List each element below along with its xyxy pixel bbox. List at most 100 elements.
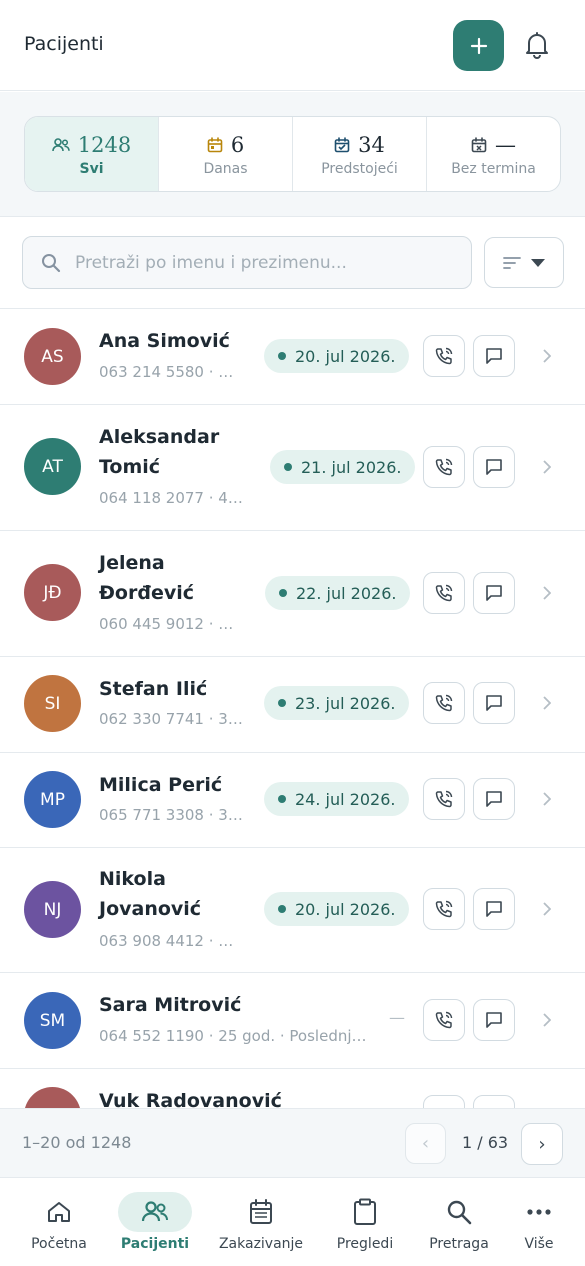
phone-icon bbox=[435, 900, 453, 918]
more-icon bbox=[527, 1209, 551, 1215]
stat-all-label: Svi bbox=[79, 161, 104, 177]
message-icon bbox=[486, 901, 502, 917]
nav-search[interactable]: Pretraga bbox=[422, 1178, 496, 1266]
notifications-button[interactable] bbox=[520, 28, 554, 62]
nav-search-label: Pretraga bbox=[429, 1236, 489, 1252]
message-icon bbox=[486, 1012, 502, 1028]
next-page-button[interactable]: › bbox=[521, 1123, 563, 1165]
avatar: JĐ bbox=[24, 564, 81, 621]
avatar: NJ bbox=[24, 881, 81, 938]
phone-icon bbox=[435, 458, 453, 476]
call-button[interactable] bbox=[423, 335, 465, 377]
message-button[interactable] bbox=[473, 778, 515, 820]
chevron-right-icon[interactable] bbox=[540, 457, 554, 477]
search-input[interactable]: Pretraži po imenu i prezimenu... bbox=[22, 236, 472, 289]
message-button[interactable] bbox=[473, 888, 515, 930]
appointment-date: 22. jul 2026. bbox=[296, 583, 397, 603]
chevron-right-icon[interactable] bbox=[540, 346, 554, 366]
stat-no-appointment-value: — bbox=[495, 133, 516, 157]
appointment-badge: 20. jul 2026. bbox=[264, 892, 410, 926]
stats-segments: 1248 Svi 6 Danas 34 Predstojeći — Bez te… bbox=[24, 116, 561, 192]
message-button[interactable] bbox=[473, 446, 515, 488]
appointment-date: 23. jul 2026. bbox=[295, 693, 396, 713]
nav-home[interactable]: Početna bbox=[22, 1178, 96, 1266]
call-button[interactable] bbox=[423, 778, 465, 820]
appointment-date: 20. jul 2026. bbox=[295, 899, 396, 919]
list-item[interactable]: AS Ana Simović 063 214 5580 · 3... 20. j… bbox=[0, 309, 585, 405]
message-button[interactable] bbox=[473, 682, 515, 724]
stat-no-appointment[interactable]: — Bez termina bbox=[427, 117, 560, 191]
nav-examinations[interactable]: Pregledi bbox=[328, 1178, 402, 1266]
list-item[interactable]: SI Stefan Ilić 062 330 7741 · 30... 23. … bbox=[0, 657, 585, 753]
patient-meta: 060 445 9012 · 4... bbox=[99, 615, 241, 633]
bell-icon bbox=[526, 32, 548, 59]
call-button[interactable] bbox=[423, 682, 465, 724]
nav-scheduling[interactable]: Zakazivanje bbox=[216, 1178, 306, 1266]
chevron-right-icon[interactable] bbox=[540, 693, 554, 713]
appointment-date: 20. jul 2026. bbox=[295, 346, 396, 366]
page-title: Pacijenti bbox=[24, 33, 104, 55]
appointment-badge: 24. jul 2026. bbox=[264, 782, 410, 816]
chevron-right-icon[interactable] bbox=[540, 789, 554, 809]
clipboard-icon bbox=[354, 1198, 376, 1225]
nav-patients-label: Pacijenti bbox=[120, 1236, 190, 1252]
stat-upcoming[interactable]: 34 Predstojeći bbox=[293, 117, 427, 191]
page-indicator: 1 / 63 bbox=[462, 1133, 509, 1152]
patient-name: Milica Perić bbox=[99, 774, 223, 796]
call-button[interactable] bbox=[423, 572, 465, 614]
nav-scheduling-label: Zakazivanje bbox=[218, 1236, 304, 1252]
status-dot bbox=[279, 589, 287, 597]
stat-today-value: 6 bbox=[230, 133, 245, 157]
stat-today[interactable]: 6 Danas bbox=[159, 117, 293, 191]
stats-section: 1248 Svi 6 Danas 34 Predstojeći — Bez te… bbox=[0, 92, 585, 217]
list-item[interactable]: AT Aleksandar Tomić 064 118 2077 · 40 ..… bbox=[0, 405, 585, 531]
message-button[interactable] bbox=[473, 335, 515, 377]
phone-icon bbox=[435, 347, 453, 365]
stat-all[interactable]: 1248 Svi bbox=[25, 117, 159, 191]
appointment-badge: 23. jul 2026. bbox=[264, 686, 410, 720]
phone-icon bbox=[435, 790, 453, 808]
stat-upcoming-value: 34 bbox=[358, 133, 385, 157]
call-button[interactable] bbox=[423, 446, 465, 488]
patient-meta: 063 908 4412 · 5... bbox=[99, 932, 241, 950]
message-button[interactable] bbox=[473, 999, 515, 1041]
call-button[interactable] bbox=[423, 888, 465, 930]
no-appointment-dash: — bbox=[389, 1008, 405, 1027]
stat-no-appointment-label: Bez termina bbox=[451, 161, 536, 177]
chevron-right-icon[interactable] bbox=[540, 1010, 554, 1030]
prev-page-button[interactable]: ‹ bbox=[405, 1123, 446, 1164]
add-patient-button[interactable] bbox=[453, 20, 504, 71]
appointment-badge: 21. jul 2026. bbox=[270, 450, 416, 484]
list-item[interactable]: MP Milica Perić 065 771 3308 · 36... 24.… bbox=[0, 753, 585, 848]
patient-name: Jelena Đorđević bbox=[99, 552, 194, 604]
phone-icon bbox=[435, 1011, 453, 1029]
calendar-icon bbox=[250, 1199, 272, 1224]
appointment-date: 24. jul 2026. bbox=[295, 789, 396, 809]
list-item[interactable]: SM Sara Mitrović 064 552 1190 · 25 god. … bbox=[0, 973, 585, 1069]
list-item[interactable]: JĐ Jelena Đorđević 060 445 9012 · 4... 2… bbox=[0, 531, 585, 657]
nav-patients[interactable]: Pacijenti bbox=[118, 1178, 192, 1266]
sort-icon bbox=[503, 256, 521, 269]
chevron-right-icon[interactable] bbox=[540, 899, 554, 919]
call-button[interactable] bbox=[423, 999, 465, 1041]
app-header: Pacijenti bbox=[0, 0, 585, 91]
patient-name: Sara Mitrović bbox=[99, 994, 242, 1016]
status-dot bbox=[278, 795, 286, 803]
sort-filter-button[interactable] bbox=[484, 237, 564, 288]
users-icon bbox=[51, 138, 70, 152]
bottom-nav: Početna Pacijenti Zakazivanje Pregledi P… bbox=[0, 1177, 585, 1266]
search-icon bbox=[447, 1200, 472, 1225]
plus-icon bbox=[470, 37, 487, 54]
message-button[interactable] bbox=[473, 572, 515, 614]
home-icon bbox=[48, 1202, 70, 1222]
chevron-down-icon bbox=[531, 258, 545, 267]
chevron-right-icon[interactable] bbox=[540, 583, 554, 603]
patient-meta: 062 330 7741 · 30... bbox=[99, 710, 244, 728]
list-item[interactable]: NJ Nikola Jovanović 063 908 4412 · 5... … bbox=[0, 848, 585, 973]
patient-name: Ana Simović bbox=[99, 330, 230, 352]
stat-upcoming-label: Predstojeći bbox=[321, 161, 398, 177]
calendar-x-icon bbox=[471, 137, 487, 153]
pagination-bar: 1–20 od 1248 ‹ 1 / 63 › bbox=[0, 1108, 585, 1177]
nav-more[interactable]: Više bbox=[512, 1178, 566, 1266]
status-dot bbox=[278, 699, 286, 707]
